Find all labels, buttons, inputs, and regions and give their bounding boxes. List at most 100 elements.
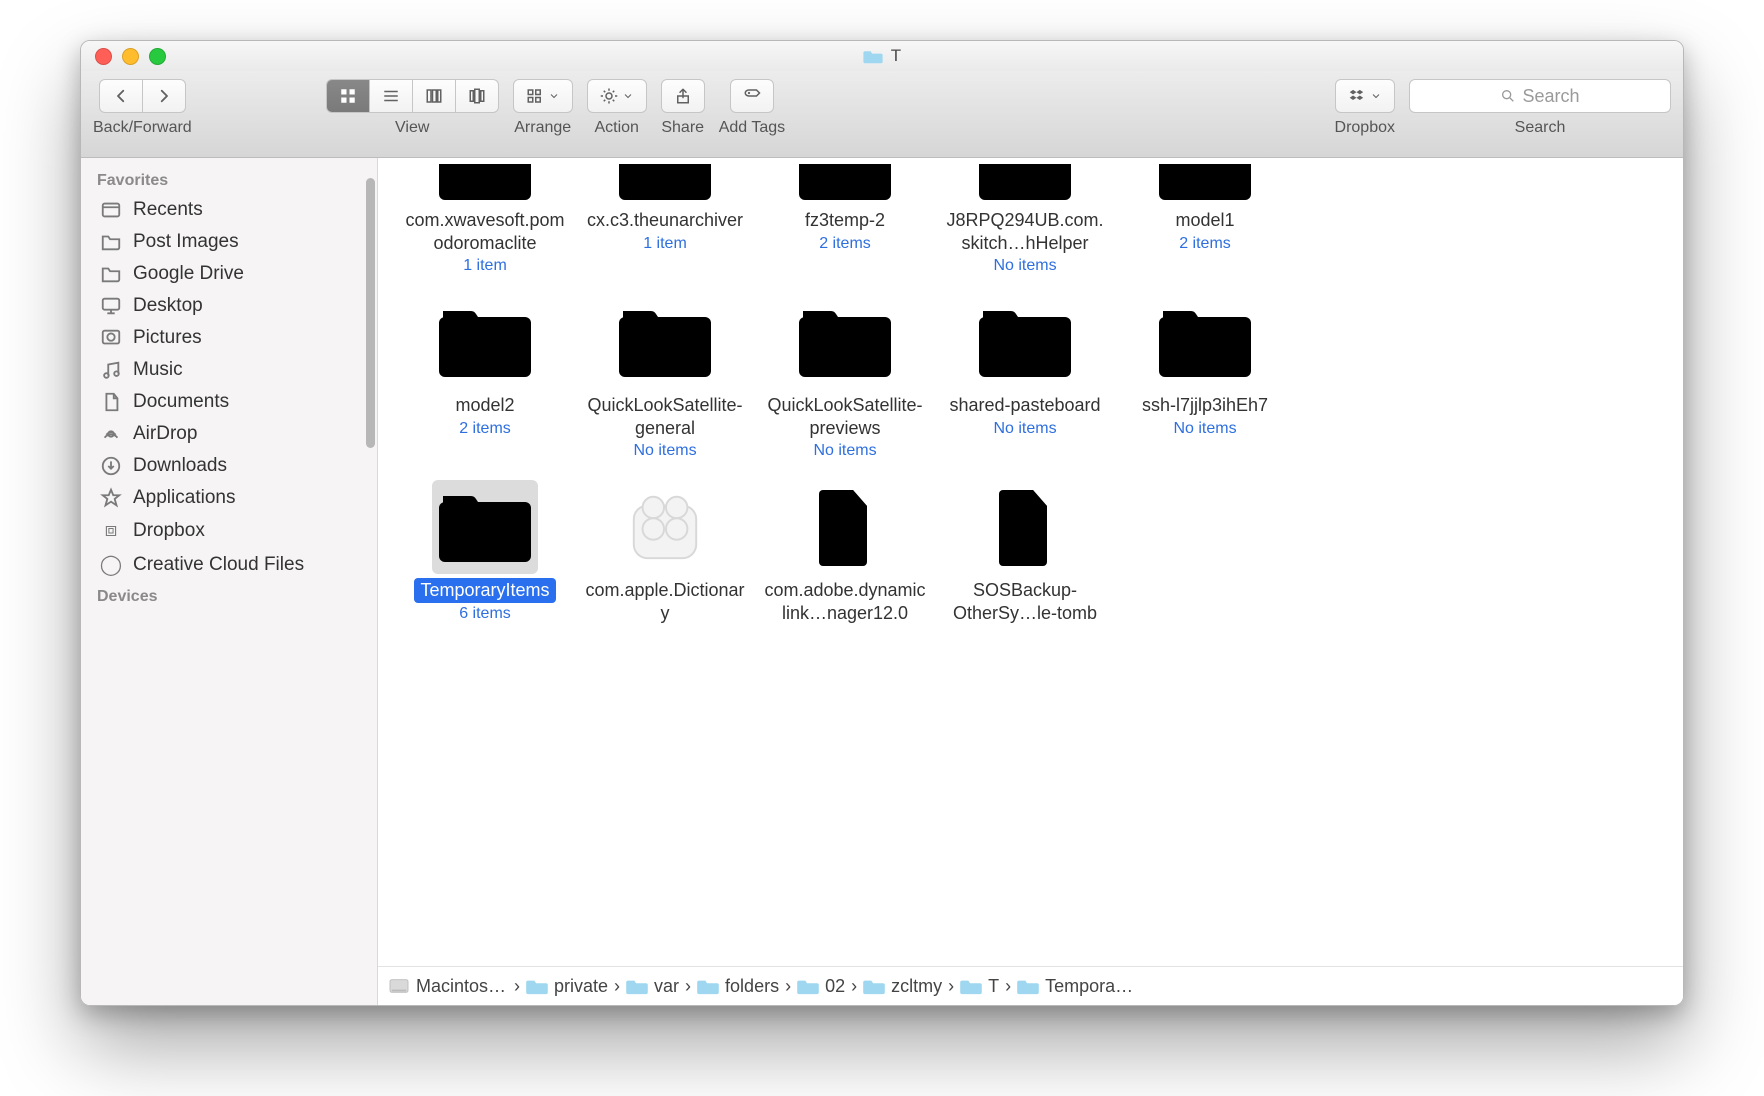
file-name: cx.c3.theunarchiver — [581, 208, 749, 233]
folder-icon — [792, 158, 898, 204]
chevron-right-icon: › — [614, 976, 620, 997]
folder-icon — [1152, 158, 1258, 204]
sidebar-item-applications[interactable]: Applications — [81, 482, 377, 514]
file-item[interactable]: com.adobe.dynamiclink…nager12.0 — [758, 480, 932, 625]
arrange-button[interactable] — [513, 79, 573, 113]
search-icon — [1500, 88, 1516, 104]
sidebar-item-dropbox[interactable]: ⧈Dropbox — [81, 514, 377, 547]
folder-icon — [612, 158, 718, 204]
file-name: com.apple.Dictionary — [578, 578, 752, 625]
window-zoom-button[interactable] — [149, 48, 166, 65]
sidebar-item-post-images[interactable]: Post Images — [81, 226, 377, 258]
file-item[interactable]: model2 2 items — [398, 295, 572, 460]
chevron-right-icon: › — [685, 976, 691, 997]
file-subline: No items — [993, 257, 1056, 275]
file-subline: No items — [813, 442, 876, 460]
path-crumb[interactable]: private — [526, 976, 608, 997]
finder-window: T Back/Forward — [80, 40, 1684, 1006]
sidebar-item-desktop[interactable]: Desktop — [81, 290, 377, 322]
sidebar-item-airdrop[interactable]: AirDrop — [81, 418, 377, 450]
file-item[interactable]: model1 2 items — [1118, 158, 1292, 275]
view-mode-segment — [326, 79, 499, 113]
path-crumb[interactable]: Macintosh HD — [388, 976, 508, 997]
view-icon-button[interactable] — [326, 79, 370, 113]
sidebar-item-google-drive[interactable]: Google Drive — [81, 258, 377, 290]
dropbox-button[interactable] — [1335, 79, 1395, 113]
chevron-right-icon: › — [785, 976, 791, 997]
file-item[interactable]: SOSBackup-OtherSy…le-tomb — [938, 480, 1112, 625]
file-name: ssh-l7jjlp3ihEh7 — [1136, 393, 1274, 418]
sidebar-item-downloads[interactable]: Downloads — [81, 450, 377, 482]
sidebar-item-music[interactable]: Music — [81, 354, 377, 386]
titlebar[interactable]: T — [81, 41, 1683, 71]
file-item[interactable]: shared-pasteboardNo items — [938, 295, 1112, 460]
file-name: model1 — [1169, 208, 1240, 233]
window-title: T — [81, 46, 1683, 66]
file-item[interactable]: com.xwavesoft.pomodoromaclite 1 item — [398, 158, 572, 275]
path-crumb[interactable]: folders — [697, 976, 779, 997]
window-close-button[interactable] — [95, 48, 112, 65]
dropbox-label: Dropbox — [1335, 119, 1395, 137]
file-item[interactable]: J8RPQ294UB.com.skitch…hHelperNo items — [938, 158, 1112, 275]
action-label: Action — [594, 119, 638, 137]
file-subline: 2 items — [459, 420, 511, 438]
forward-button[interactable] — [143, 79, 186, 113]
chevron-right-icon: › — [948, 976, 954, 997]
file-subline: 2 items — [819, 235, 871, 253]
sidebar-item-documents[interactable]: Documents — [81, 386, 377, 418]
file-item[interactable]: fz3temp-2 2 items — [758, 158, 932, 275]
file-subline: 6 items — [459, 605, 511, 623]
file-name: com.adobe.dynamiclink…nager12.0 — [758, 578, 932, 625]
file-subline: 1 item — [463, 257, 507, 275]
sidebar-scrollbar[interactable] — [366, 178, 375, 448]
view-column-button[interactable] — [413, 79, 456, 113]
arrange-label: Arrange — [514, 119, 571, 137]
sidebar-heading: Favorites — [81, 166, 377, 194]
file-item[interactable]: QuickLookSatellite-generalNo items — [578, 295, 752, 460]
action-button[interactable] — [587, 79, 647, 113]
back-forward-label: Back/Forward — [93, 119, 192, 137]
window-minimize-button[interactable] — [122, 48, 139, 65]
chevron-right-icon: › — [514, 976, 520, 997]
sidebar[interactable]: FavoritesRecentsPost ImagesGoogle DriveD… — [81, 158, 378, 1005]
sidebar-item-pictures[interactable]: Pictures — [81, 322, 377, 354]
sidebar-heading: Devices — [81, 582, 377, 610]
file-item[interactable]: com.apple.Dictionary — [578, 480, 752, 625]
folder-icon — [863, 48, 883, 64]
chevron-right-icon: › — [1005, 976, 1011, 997]
sidebar-item-creative-cloud-files[interactable]: ◯Creative Cloud Files — [81, 547, 377, 582]
file-item[interactable]: QuickLookSatellite-previewsNo items — [758, 295, 932, 460]
sidebar-item-recents[interactable]: Recents — [81, 194, 377, 226]
back-button[interactable] — [99, 79, 143, 113]
path-bar[interactable]: Macintosh HD › private › var › folders › 02 › zclt… — [378, 966, 1683, 1005]
file-subline: 1 item — [643, 235, 687, 253]
file-name: model2 — [449, 393, 520, 418]
path-crumb[interactable]: 02 — [797, 976, 845, 997]
file-item[interactable]: TemporaryItems 6 items — [398, 480, 572, 625]
share-label: Share — [661, 119, 704, 137]
add-tags-button[interactable] — [730, 79, 774, 113]
file-name: TemporaryItems — [414, 578, 555, 603]
view-label: View — [395, 119, 429, 137]
path-crumb[interactable]: var — [626, 976, 679, 997]
folder-icon — [432, 295, 538, 389]
search-input[interactable]: Search — [1409, 79, 1671, 113]
file-item[interactable]: ssh-l7jjlp3ihEh7 No items — [1118, 295, 1292, 460]
share-button[interactable] — [661, 79, 705, 113]
view-list-button[interactable] — [370, 79, 413, 113]
chevron-right-icon: › — [851, 976, 857, 997]
file-subline: No items — [1173, 420, 1236, 438]
path-crumb[interactable]: T — [960, 976, 999, 997]
file-item[interactable]: cx.c3.theunarchiver 1 item — [578, 158, 752, 275]
icon-view[interactable]: com.xwavesoft.pomodoromaclite1 itemcx.c3… — [378, 158, 1683, 966]
kext-icon — [612, 480, 718, 574]
file-name: fz3temp-2 — [799, 208, 891, 233]
file-name: com.xwavesoft.pomodoromaclite — [398, 208, 572, 255]
view-gallery-button[interactable] — [456, 79, 499, 113]
file-subline: 2 items — [1179, 235, 1231, 253]
path-crumb[interactable]: TemporaryItems — [1017, 976, 1137, 997]
path-crumb[interactable]: zcltmy — [863, 976, 942, 997]
toolbar: Back/Forward View — [81, 71, 1683, 158]
folder-icon — [432, 480, 538, 574]
doc-icon — [792, 480, 898, 574]
